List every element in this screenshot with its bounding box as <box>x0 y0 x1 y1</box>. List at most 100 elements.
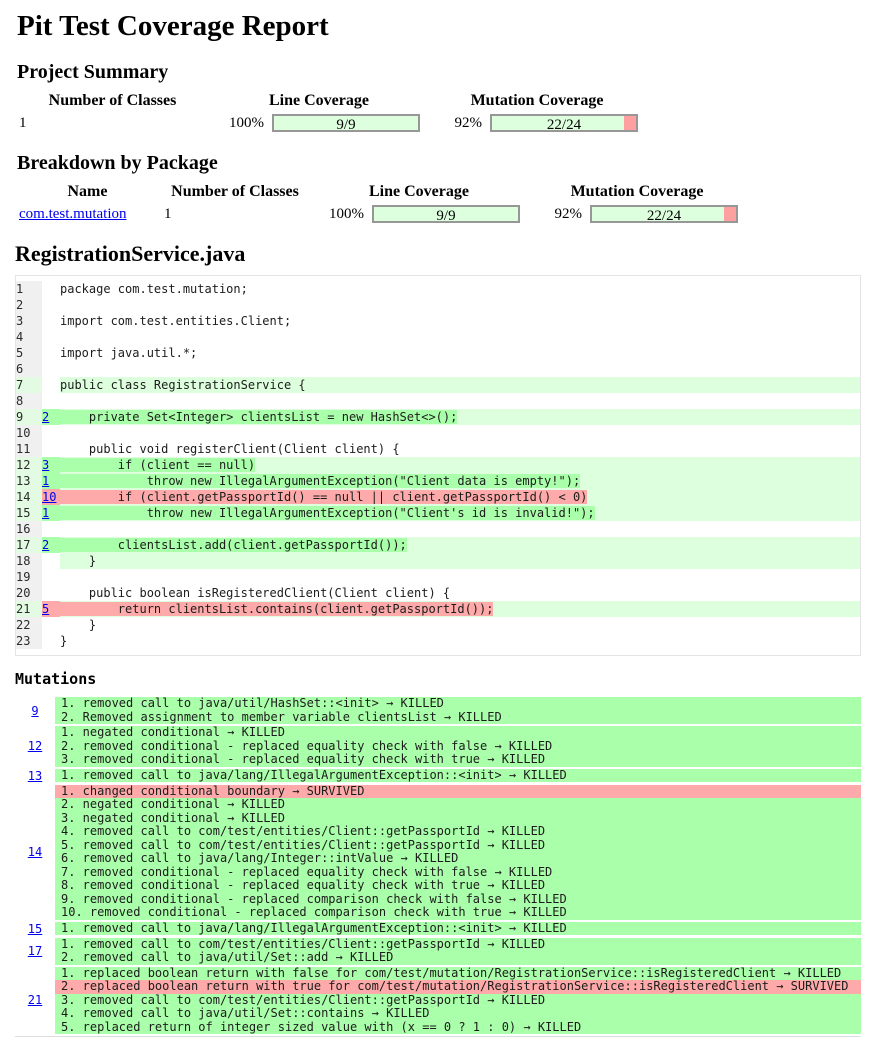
source-line-10: 10 <box>16 425 860 441</box>
code-cell: if (client.getPassportId() == null || cl… <box>60 489 860 505</box>
mutation-item: 5. removed call to com/test/entities/Cli… <box>55 838 861 852</box>
mutation-count-cell <box>42 425 60 441</box>
code-cell <box>60 297 860 313</box>
mutation-item: 1. removed call to java/util/HashSet::<i… <box>55 696 861 711</box>
mutation-count-cell <box>42 361 60 377</box>
mutation-group-line-14: 14 1. changed conditional boundary → SURV… <box>15 784 861 920</box>
mutation-coverage-bar: 22/24 <box>490 114 638 133</box>
package-breakdown-table: Name Number of Classes Line Coverage Mut… <box>15 181 746 225</box>
line-number: 10 <box>16 425 42 441</box>
mutation-coverage-percent: 92% <box>454 114 483 131</box>
mutation-item: 2. removed call to java/util/Set::add → … <box>55 950 861 965</box>
line-number: 16 <box>16 521 42 537</box>
mutation-item: 2. removed conditional - replaced equali… <box>55 739 861 753</box>
code-cell: throw new IllegalArgumentException("Clie… <box>60 473 860 489</box>
line-coverage-bar: 9/9 <box>272 114 420 133</box>
code-cell <box>60 521 860 537</box>
mutation-count-cell: 5 <box>42 601 60 617</box>
project-summary-section: Project Summary Number of Classes Line C… <box>15 61 861 134</box>
col-header-mutation-coverage: Mutation Coverage <box>470 92 604 109</box>
mutated-code-span: throw new IllegalArgumentException("Clie… <box>60 506 595 520</box>
line-number: 17 <box>16 537 42 553</box>
code-cell <box>60 393 860 409</box>
source-line-9: 92 private Set<Integer> clientsList = ne… <box>16 409 860 425</box>
mutation-item: 7. removed conditional - replaced equali… <box>55 865 861 879</box>
source-line-22: 22 } <box>16 617 860 633</box>
source-line-7: 7 public class RegistrationService { <box>16 377 860 393</box>
code-cell <box>60 425 860 441</box>
source-line-12: 12 3 if (client == null) <box>16 457 860 473</box>
mutation-count-cell <box>42 521 60 537</box>
mutation-count-cell <box>42 585 60 601</box>
mutation-line-link[interactable]: 14 <box>28 845 42 859</box>
mutation-count-cell <box>42 329 60 345</box>
mutated-code-span: if (client.getPassportId() == null || cl… <box>60 490 588 504</box>
package-line-coverage-percent: 100% <box>329 205 364 222</box>
project-summary-row: 1 100% 9/9 92% 22/24 <box>15 112 646 134</box>
mutations-table: 9 1. removed call to java/util/HashSet::<… <box>15 696 861 1034</box>
source-line-11: 11 public void registerClient(Client cli… <box>16 441 860 457</box>
mutation-count-link[interactable]: 5 <box>42 602 49 616</box>
line-number: 15 <box>16 505 42 521</box>
mutated-code-span: private Set<Integer> clientsList = new H… <box>60 410 458 424</box>
mutation-line-link[interactable]: 21 <box>28 993 42 1007</box>
mutation-count-cell: 2 <box>42 537 60 553</box>
mutation-count-link[interactable]: 1 <box>42 506 49 520</box>
code-cell: private Set<Integer> clientsList = new H… <box>60 409 860 425</box>
mutation-item: 5. replaced return of integer sized valu… <box>55 1020 861 1034</box>
mutation-count-link[interactable]: 1 <box>42 474 49 488</box>
mutation-line-cell: 13 <box>15 769 55 783</box>
line-coverage-ratio: 9/9 <box>336 117 356 133</box>
package-link[interactable]: com.test.mutation <box>19 206 126 222</box>
mutation-line-link[interactable]: 13 <box>28 769 42 783</box>
mutation-count-cell <box>42 281 60 297</box>
source-line-1: 1 package com.test.mutation; <box>16 281 860 297</box>
package-line-coverage-bar: 9/9 <box>372 205 520 224</box>
mutation-count-cell: 2 <box>42 409 60 425</box>
mutation-count-link[interactable]: 3 <box>42 458 49 472</box>
source-line-4: 4 <box>16 329 860 345</box>
source-line-3: 3 import com.test.entities.Client; <box>16 313 860 329</box>
code-cell: import com.test.entities.Client; <box>60 314 292 328</box>
package-mutation-coverage-bar: 22/24 <box>590 205 738 224</box>
source-line-6: 6 <box>16 361 860 377</box>
mutation-line-cell: 9 <box>15 704 55 718</box>
mutations-section: Mutations 9 1. removed call to java/util/… <box>15 670 861 1037</box>
code-cell: throw new IllegalArgumentException("Clie… <box>60 505 860 521</box>
line-number: 8 <box>16 393 42 409</box>
coverage-bar-uncovered-segment <box>724 207 736 221</box>
package-breakdown-header-row: Name Number of Classes Line Coverage Mut… <box>15 181 746 203</box>
project-summary-heading: Project Summary <box>17 61 169 83</box>
line-number: 14 <box>16 489 42 505</box>
code-cell <box>60 361 860 377</box>
mutation-count-link[interactable]: 2 <box>42 538 49 552</box>
line-number: 23 <box>16 633 42 649</box>
source-line-21: 21 5 return clientsList.contains(client.g… <box>16 601 860 617</box>
mutation-line-cell: 15 <box>15 922 55 936</box>
code-cell: clientsList.add(client.getPassportId()); <box>60 537 860 553</box>
source-line-16: 16 <box>16 521 860 537</box>
mutation-item: 1. changed conditional boundary → SURVIV… <box>55 784 861 798</box>
mutation-count-cell <box>42 345 60 361</box>
mutation-item: 9. removed conditional - replaced compar… <box>55 892 861 906</box>
mutation-group-line-17: 17 1. removed call to com/test/entities/C… <box>15 937 861 965</box>
mutation-count-link[interactable]: 10 <box>42 490 56 504</box>
source-section: RegistrationService.java 1 package com.te… <box>15 241 861 656</box>
mutation-line-link[interactable]: 12 <box>28 739 42 753</box>
mutation-line-link[interactable]: 17 <box>28 944 42 958</box>
package-breakdown-heading: Breakdown by Package <box>17 152 218 174</box>
mutation-count-cell: 3 <box>42 457 60 473</box>
mutation-item: 4. removed call to com/test/entities/Cli… <box>55 824 861 839</box>
col-header-line-coverage: Line Coverage <box>269 92 369 109</box>
source-line-17: 17 2 clientsList.add(client.getPassportId… <box>16 537 860 553</box>
source-line-8: 8 <box>16 393 860 409</box>
mutation-count-link[interactable]: 2 <box>42 410 49 424</box>
package-mutation-coverage-percent: 92% <box>554 205 583 222</box>
mutation-count-cell: 1 <box>42 505 60 521</box>
code-cell <box>60 569 860 585</box>
col-header-number-of-classes: Number of Classes <box>48 92 177 109</box>
mutation-item: 4. removed call to java/util/Set::contai… <box>55 1006 861 1021</box>
mutation-item: 3. removed conditional - replaced equali… <box>55 752 861 767</box>
mutation-line-link[interactable]: 15 <box>28 922 42 936</box>
mutation-line-link[interactable]: 9 <box>31 704 38 718</box>
